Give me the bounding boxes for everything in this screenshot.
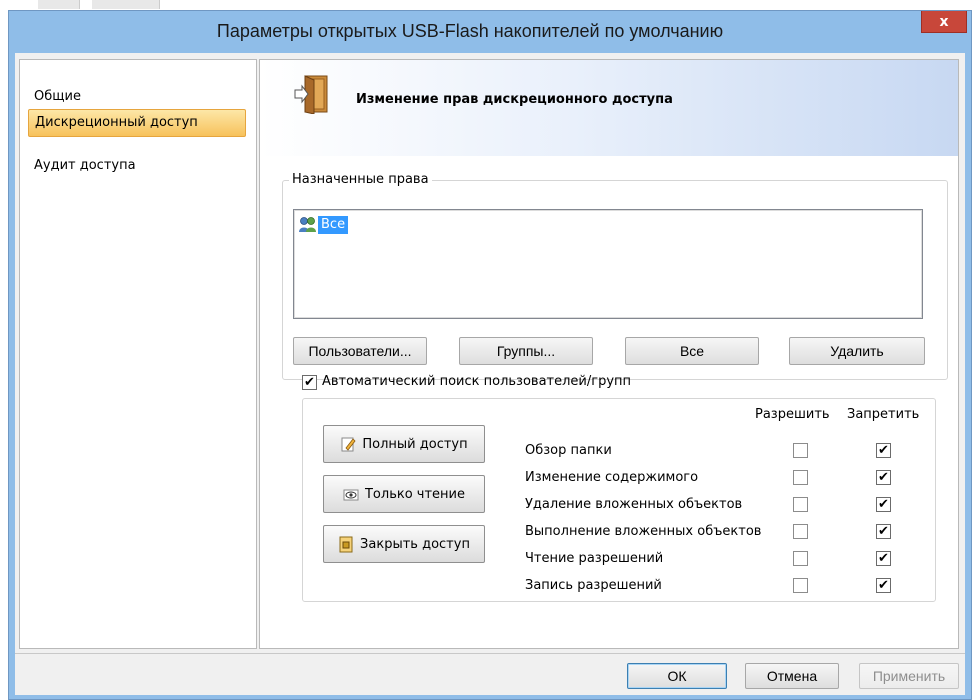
close-icon: x [939, 13, 949, 30]
allow-checkbox[interactable] [793, 551, 808, 566]
nav-item-label: Общие [34, 89, 81, 104]
cancel-button[interactable]: Отмена [745, 663, 839, 689]
rights-listbox[interactable]: Все [293, 209, 923, 319]
footer-divider [15, 653, 965, 654]
auto-search-checkbox[interactable]: ✔ [302, 375, 317, 390]
ok-button[interactable]: ОК [627, 663, 727, 689]
page-header: Изменение прав дискреционного доступа [260, 60, 958, 156]
eye-icon [343, 489, 359, 501]
allow-checkbox[interactable] [793, 497, 808, 512]
permission-label: Обзор папки [525, 443, 612, 458]
deny-checkbox[interactable]: ✔ [876, 551, 891, 566]
apply-button-label: Применить [872, 668, 946, 684]
nav-item-discretionary-access[interactable]: Дискреционный доступ [28, 109, 246, 137]
title-bar[interactable]: Параметры открытых USB-Flash накопителей… [9, 11, 971, 53]
apply-button[interactable]: Применить [859, 663, 959, 689]
all-button[interactable]: Все [625, 337, 759, 365]
users-button[interactable]: Пользователи... [293, 337, 427, 365]
checkmark-icon: ✔ [878, 578, 889, 593]
assigned-rights-group: Назначенные права Все Пользователи... Гр… [282, 172, 948, 380]
cancel-button-label: Отмена [766, 668, 818, 684]
groups-button[interactable]: Группы... [459, 337, 593, 365]
content-panel: Изменение прав дискреционного доступа На… [259, 59, 959, 649]
nav-item-label: Дискреционный доступ [35, 115, 198, 130]
checkmark-icon: ✔ [878, 443, 889, 458]
deny-checkbox[interactable]: ✔ [876, 497, 891, 512]
allow-checkbox[interactable] [793, 470, 808, 485]
nav-panel: Общие Дискреционный доступ Аудит доступа [19, 59, 257, 649]
permission-label: Удаление вложенных объектов [525, 497, 743, 512]
allow-checkbox[interactable] [793, 578, 808, 593]
group-icon [299, 217, 316, 232]
allow-header: Разрешить [755, 407, 830, 422]
group-legend: Назначенные права [289, 172, 432, 187]
permission-label: Изменение содержимого [525, 470, 699, 485]
nav-item-general[interactable]: Общие [28, 84, 246, 112]
nav-item-access-audit[interactable]: Аудит доступа [28, 153, 246, 181]
close-access-label: Закрыть доступ [360, 536, 470, 552]
checkmark-icon: ✔ [304, 375, 315, 390]
full-access-label: Полный доступ [362, 436, 468, 452]
close-access-button[interactable]: Закрыть доступ [323, 525, 485, 563]
auto-search-label: Автоматический поиск пользователей/групп [322, 374, 632, 389]
background-tab [38, 0, 80, 9]
groups-button-label: Группы... [496, 343, 556, 359]
permission-label: Чтение разрешений [525, 551, 664, 566]
checkmark-icon: ✔ [878, 524, 889, 539]
checkmark-icon: ✔ [878, 497, 889, 512]
users-button-label: Пользователи... [308, 343, 412, 359]
background-tab [92, 0, 160, 9]
read-only-button[interactable]: Только чтение [323, 475, 485, 513]
nav-item-label: Аудит доступа [34, 158, 136, 173]
checkmark-icon: ✔ [878, 551, 889, 566]
close-button[interactable]: x [921, 11, 967, 33]
allow-checkbox[interactable] [793, 524, 808, 539]
page-title: Изменение прав дискреционного доступа [356, 92, 673, 107]
deny-checkbox[interactable]: ✔ [876, 470, 891, 485]
deny-header: Запретить [847, 407, 920, 422]
permission-label: Выполнение вложенных объектов [525, 524, 762, 539]
pencil-icon [341, 437, 356, 452]
dialog-client: Общие Дискреционный доступ Аудит доступа… [15, 53, 965, 695]
permission-label: Запись разрешений [525, 578, 662, 593]
door-icon [294, 75, 328, 114]
all-button-label: Все [679, 343, 705, 359]
deny-checkbox[interactable]: ✔ [876, 443, 891, 458]
deny-checkbox[interactable]: ✔ [876, 524, 891, 539]
deny-checkbox[interactable]: ✔ [876, 578, 891, 593]
permissions-group: Разрешить Запретить Полный доступ Только… [302, 398, 936, 602]
window-title: Параметры открытых USB-Flash накопителей… [216, 21, 724, 41]
list-item-label: Все [318, 216, 349, 234]
full-access-button[interactable]: Полный доступ [323, 425, 485, 463]
checkmark-icon: ✔ [878, 470, 889, 485]
dialog-window: Параметры открытых USB-Flash накопителей… [8, 10, 972, 700]
allow-checkbox[interactable] [793, 443, 808, 458]
delete-button-label: Удалить [830, 343, 884, 359]
ok-button-label: ОК [667, 668, 687, 684]
delete-button[interactable]: Удалить [789, 337, 925, 365]
list-item[interactable]: Все [298, 216, 349, 234]
read-only-label: Только чтение [364, 486, 465, 502]
lock-icon [339, 536, 353, 553]
